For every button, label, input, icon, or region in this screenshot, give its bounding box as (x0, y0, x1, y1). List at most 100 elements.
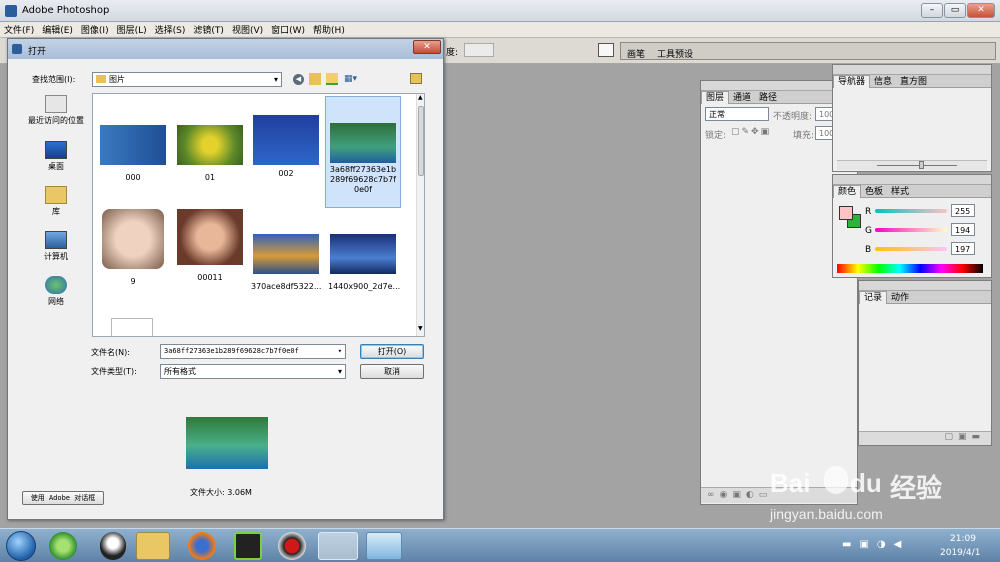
file-size-text: 文件大小: 3.06M (190, 488, 252, 497)
file-thumbnail (177, 125, 243, 165)
use-adobe-dialog-button[interactable]: 使用 Adobe 对话框 (22, 491, 104, 505)
place-computer[interactable]: 计算机 (22, 231, 90, 262)
dialog-close-button[interactable]: ✕ (413, 40, 441, 54)
up-folder-icon[interactable] (309, 73, 321, 85)
maximize-button[interactable]: ▭ (944, 3, 966, 18)
history-footer: ▢▣▬ (859, 431, 991, 445)
qq-icon[interactable] (100, 532, 126, 560)
r-slider[interactable] (875, 209, 947, 213)
menu-filter[interactable]: 滤镜(T) (189, 22, 228, 37)
paw-icon (824, 466, 848, 494)
menu-layer[interactable]: 图层(L) (113, 22, 151, 37)
back-icon[interactable]: ◀ (293, 74, 304, 85)
color-spectrum-bar[interactable] (837, 264, 983, 273)
scroll-up-arrow[interactable]: ▲ (418, 94, 423, 101)
clock-time: 21:09 (950, 534, 976, 544)
file-item[interactable]: 9 (98, 209, 168, 286)
panel-grip[interactable] (833, 175, 991, 185)
menu-select[interactable]: 选择(S) (151, 22, 190, 37)
photoshop-taskbar-icon[interactable] (318, 532, 358, 560)
vertical-scrollbar[interactable]: ▲ ▼ (416, 94, 424, 336)
tab-navigator[interactable]: 导航器 (833, 75, 871, 88)
file-name: 3a68ff27363e1b289f69628c7b7f0e0f (329, 165, 397, 194)
menu-edit[interactable]: 编辑(E) (38, 22, 77, 37)
file-item[interactable]: 1440x900_2d7e... (328, 234, 400, 291)
opt-field[interactable] (464, 43, 494, 57)
filetype-value: 所有格式 (164, 367, 196, 376)
cancel-button[interactable]: 取消 (360, 364, 424, 379)
lock-icons[interactable]: ▢✎✥▣ (731, 127, 771, 137)
menu-view[interactable]: 视图(V) (228, 22, 267, 37)
b-value[interactable]: 197 (951, 242, 975, 255)
media-icon[interactable] (234, 532, 262, 560)
panel-grip[interactable] (859, 281, 991, 291)
zoom-slider[interactable] (837, 160, 987, 170)
menu-help[interactable]: 帮助(H) (309, 22, 349, 37)
tab-styles[interactable]: 样式 (887, 186, 913, 198)
file-item-selected[interactable]: 3a68ff27363e1b289f69628c7b7f0e0f (325, 96, 401, 208)
filename-value: 3a68ff27363e1b289f69628c7b7f0e0f (164, 347, 299, 355)
explorer-icon[interactable] (136, 532, 170, 560)
minimize-button[interactable]: – (921, 3, 943, 18)
place-desktop[interactable]: 桌面 (22, 141, 90, 172)
file-icon[interactable] (111, 318, 153, 336)
place-network-label: 网络 (48, 297, 64, 306)
open-button[interactable]: 打开(O) (360, 344, 424, 359)
zoom-slider-thumb[interactable] (919, 161, 924, 169)
notepad-icon[interactable] (366, 532, 402, 560)
scroll-thumb[interactable] (418, 106, 424, 176)
file-list: 000 01 002 3a68ff27363e1b289f69628c7b7f0… (92, 93, 425, 337)
firefox-icon[interactable] (188, 532, 216, 560)
tab-swatches[interactable]: 色板 (861, 186, 887, 198)
look-in-select[interactable]: 图片 ▾ (92, 72, 282, 87)
view-menu-icon[interactable]: ▦▾ (344, 74, 362, 85)
browser-icon[interactable] (49, 532, 77, 560)
place-recent[interactable]: 最近访问的位置 (22, 95, 90, 126)
tab-brushes[interactable]: 画笔 (627, 47, 645, 60)
libraries-icon (45, 186, 67, 204)
g-slider[interactable] (875, 228, 947, 232)
file-item[interactable]: 01 (175, 125, 245, 182)
filename-label: 文件名(N): (91, 348, 130, 357)
place-recent-label: 最近访问的位置 (28, 116, 84, 125)
record-icon[interactable] (278, 532, 306, 560)
palette-well-icon[interactable] (598, 43, 614, 57)
tab-info[interactable]: 信息 (870, 76, 896, 88)
navigator-tabs: 导航器 信息 直方图 (833, 75, 991, 88)
file-item[interactable]: 000 (98, 125, 168, 182)
opt-label: 度: (446, 48, 459, 58)
b-slider[interactable] (875, 247, 947, 251)
place-network[interactable]: 网络 (22, 276, 90, 307)
panel-grip[interactable] (833, 65, 991, 75)
tab-channels[interactable]: 通道 (729, 92, 755, 104)
start-button[interactable] (6, 531, 36, 561)
tab-paths[interactable]: 路径 (755, 92, 781, 104)
foreground-color-swatch[interactable] (839, 206, 853, 220)
file-thumbnail (177, 209, 243, 265)
r-value[interactable]: 255 (951, 204, 975, 217)
place-libraries[interactable]: 库 (22, 186, 90, 217)
menu-file[interactable]: 文件(F) (0, 22, 38, 37)
tab-history[interactable]: 记录 (859, 291, 888, 304)
tab-actions[interactable]: 动作 (887, 292, 913, 304)
file-item[interactable]: 002 (251, 115, 321, 178)
menu-window[interactable]: 窗口(W) (267, 22, 309, 37)
menu-bar: 文件(F) 编辑(E) 图像(I) 图层(L) 选择(S) 滤镜(T) 视图(V) 窗口(W)… (0, 22, 1000, 38)
filename-input[interactable]: 3a68ff27363e1b289f69628c7b7f0e0f ▾ (160, 344, 346, 359)
file-item[interactable]: 370ace8df5322... (251, 234, 321, 291)
tray-icons[interactable]: ▬▣◑◀ (842, 539, 926, 553)
tab-histogram[interactable]: 直方图 (896, 76, 931, 88)
tab-color[interactable]: 颜色 (833, 185, 862, 198)
desktop-icon (45, 141, 67, 159)
folder-preview-icon[interactable] (410, 73, 422, 84)
new-folder-icon[interactable] (326, 73, 338, 85)
file-item[interactable]: 00011 (175, 209, 245, 282)
blend-mode-select[interactable]: 正常 (705, 107, 769, 121)
tab-layers[interactable]: 图层 (701, 91, 730, 104)
filetype-select[interactable]: 所有格式 ▾ (160, 364, 346, 379)
close-button[interactable]: ✕ (967, 3, 995, 18)
tab-tool-presets[interactable]: 工具预设 (657, 47, 693, 60)
menu-image[interactable]: 图像(I) (77, 22, 113, 37)
g-value[interactable]: 194 (951, 223, 975, 236)
scroll-down-arrow[interactable]: ▼ (418, 325, 423, 332)
